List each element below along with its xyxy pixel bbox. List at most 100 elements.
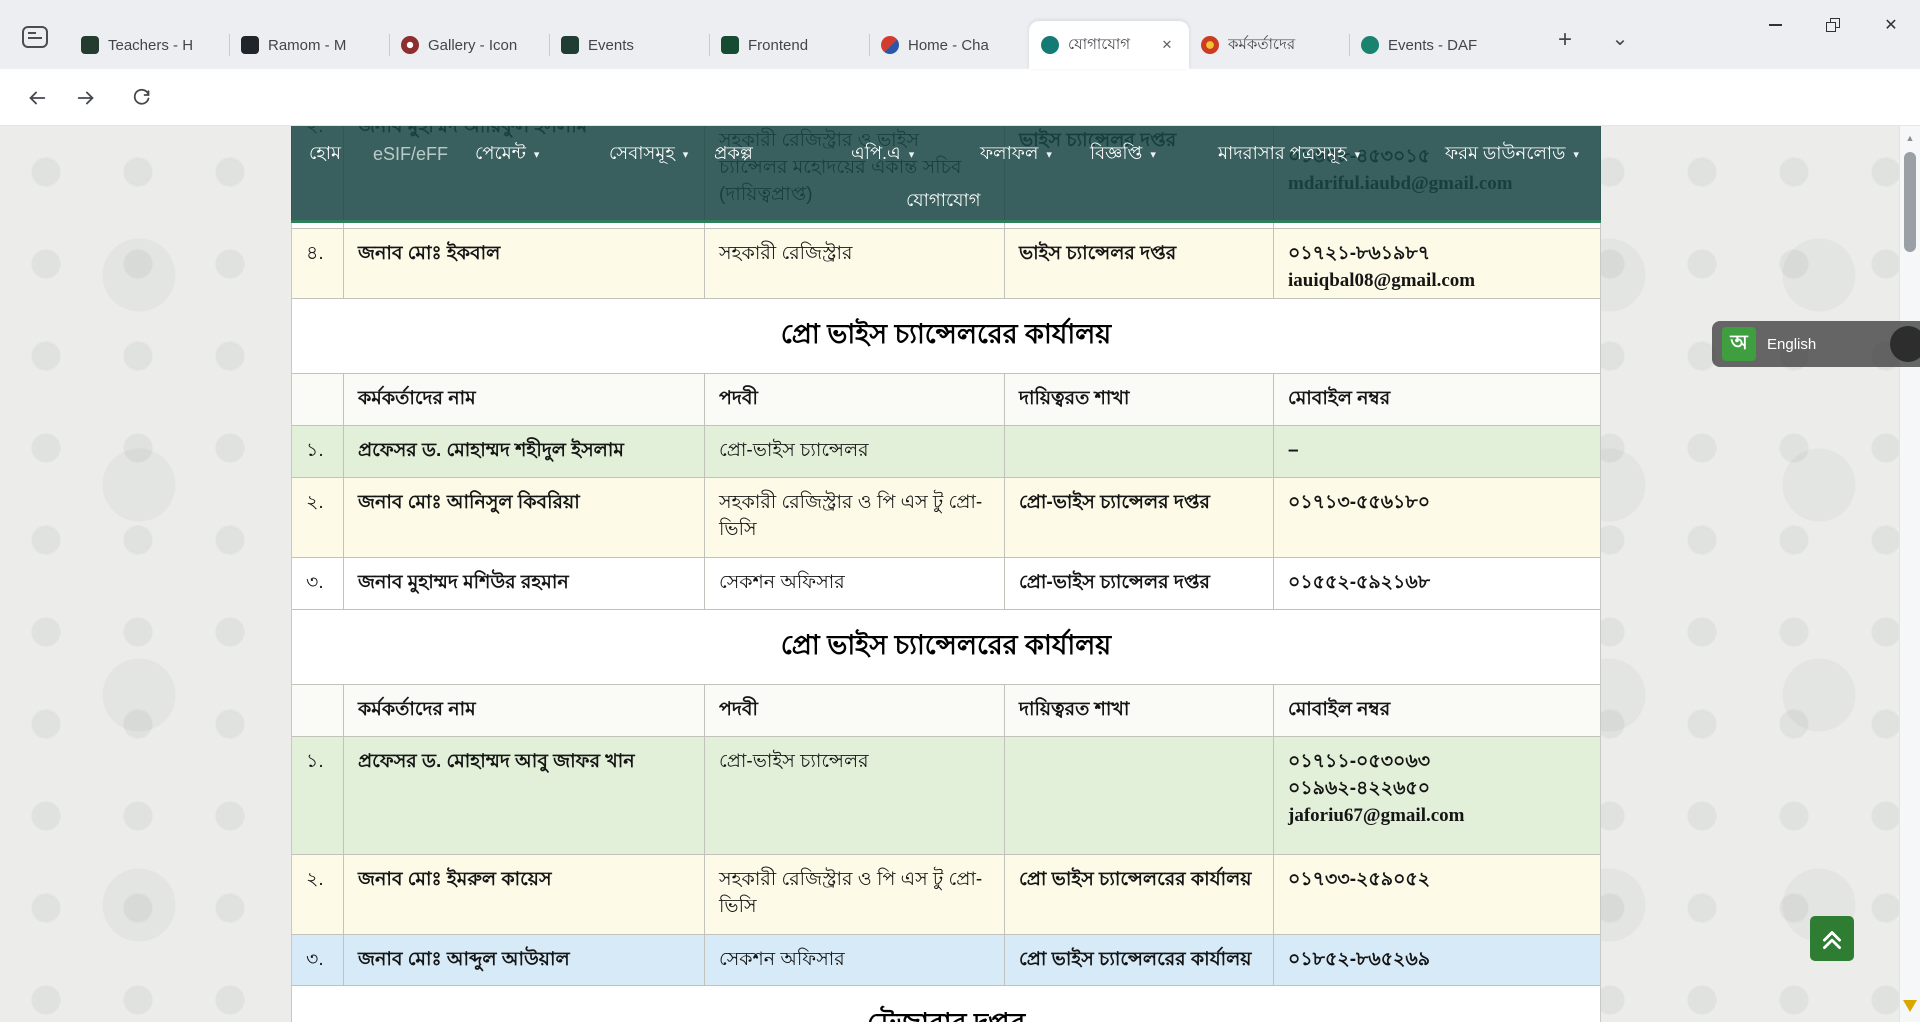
cell-name: জনাব মোঃ ইকবাল — [344, 229, 705, 298]
tab-close-icon[interactable]: ✕ — [1157, 35, 1177, 55]
tab-favicon — [81, 36, 99, 54]
back-button[interactable] — [19, 80, 55, 116]
cell-name: প্রফেসর ড. মোহাম্মদ শহীদুল ইসলাম — [344, 426, 705, 477]
chevron-down-icon: ▾ — [1573, 148, 1579, 161]
phone-number: ০১৯৬২-৪২২৬৫০ — [1288, 776, 1588, 803]
refresh-button[interactable] — [123, 80, 159, 116]
scrollbar-up-arrow[interactable]: ▲ — [1900, 133, 1920, 143]
nav-item-home[interactable]: হোম — [309, 126, 341, 182]
column-header-name: কর্মকর্তাদের নাম — [344, 374, 705, 425]
column-header-branch: দায়িত্বরত শাখা — [1005, 374, 1274, 425]
phone-number: ০১৭২১-৮৬১৯৮৭ — [1288, 241, 1588, 268]
tab-list-chevron-icon[interactable]: ⌄ — [1604, 22, 1636, 54]
browser-tab-ramom[interactable]: Ramom - M — [229, 21, 389, 69]
page-viewport: ২. জনাব মুহাম্মদ আরিফুল ইসলাম সহকারী রেজ… — [0, 126, 1899, 1022]
nav-item-apa[interactable]: এপি.এ▾ — [851, 126, 914, 182]
column-header-designation: পদবী — [705, 685, 1005, 736]
nav-item-madrasah-letters[interactable]: মাদরাসার পত্রসমূহ▾ — [1218, 126, 1360, 182]
restore-icon — [1826, 18, 1840, 32]
cell-designation: সেকশন অফিসার — [705, 558, 1005, 609]
phone-number: ০১৫৫২-৫৯২১৬৮ — [1288, 570, 1588, 597]
cell-serial: ৪. — [292, 229, 344, 298]
cell-name: প্রফেসর ড. মোহাম্মদ আবু জাফর খান — [344, 737, 705, 854]
table-row: ৪. জনাব মোঃ ইকবাল সহকারী রেজিস্ট্রার ভাই… — [292, 229, 1600, 299]
cell-designation: সহকারী রেজিস্ট্রার ও পি এস টু প্রো-ভিসি — [705, 478, 1005, 557]
cell-designation: সেকশন অফিসার — [705, 935, 1005, 985]
tab-favicon — [241, 36, 259, 54]
tab-actions-button[interactable] — [15, 20, 55, 54]
nav-item-label: ফরম ডাউনলোড — [1445, 139, 1565, 170]
chevron-down-icon: ▾ — [1150, 148, 1156, 161]
cell-branch: প্রো-ভাইস চ্যান্সেলর দপ্তর — [1005, 478, 1274, 557]
browser-tab-events[interactable]: Events — [549, 21, 709, 69]
nav-item-payment[interactable]: পেমেন্ট ▾ — [475, 126, 539, 182]
chevron-down-icon: ▾ — [1046, 148, 1052, 161]
cell-mobile: ০১৭১৩-৫৫৬১৮০ — [1274, 478, 1602, 557]
tab-strip: Teachers - H Ramom - M Gallery - Icon Ev… — [69, 21, 1509, 69]
content-column: ২. জনাব মুহাম্মদ আরিফুল ইসলাম সহকারী রেজ… — [291, 126, 1601, 1022]
tab-title: Home - Cha — [908, 37, 1017, 54]
tab-title: Gallery - Icon — [428, 37, 537, 54]
browser-tab-officials[interactable]: কর্মকর্তাদের — [1189, 21, 1349, 69]
scrollbar-marker-icon — [1903, 1000, 1917, 1012]
browser-tab-gallery[interactable]: Gallery - Icon — [389, 21, 549, 69]
forward-button[interactable] — [68, 80, 104, 116]
tab-title: Teachers - H — [108, 37, 217, 54]
scrollbar-thumb[interactable] — [1904, 152, 1916, 252]
cell-name: জনাব মুহাম্মদ মশিউর রহমান — [344, 558, 705, 609]
nav-item-label: মাদরাসার পত্রসমূহ — [1218, 139, 1347, 170]
scroll-to-top-button[interactable] — [1810, 916, 1854, 961]
translate-handle-icon — [1890, 326, 1920, 362]
cell-name: জনাব মোঃ ইমরুল কায়েস — [344, 855, 705, 934]
nav-item-services[interactable]: সেবাসমূহ▾ — [609, 126, 688, 182]
refresh-icon — [131, 88, 152, 109]
cell-branch — [1005, 426, 1274, 477]
column-header-branch: দায়িত্বরত শাখা — [1005, 685, 1274, 736]
table-header-row: কর্মকর্তাদের নাম পদবী দায়িত্বরত শাখা মো… — [292, 685, 1600, 737]
cell-mobile: ০১৭৩৩-২৫৯০৫২ — [1274, 855, 1602, 934]
cell-branch: ভাইস চ্যান্সেলর দপ্তর — [1005, 229, 1274, 298]
nav-item-label: পেমেন্ট — [475, 139, 526, 170]
nav-item-label: এপি.এ — [851, 139, 901, 170]
browser-tab-home[interactable]: Home - Cha — [869, 21, 1029, 69]
browser-tab-frontend[interactable]: Frontend — [709, 21, 869, 69]
cell-mobile: ০১৮৫২-৮৬৫২৬৯ — [1274, 935, 1602, 985]
back-icon — [26, 87, 48, 109]
table-row: ১. প্রফেসর ড. মোহাম্মদ আবু জাফর খান প্রো… — [292, 737, 1600, 855]
close-button[interactable]: ✕ — [1862, 0, 1920, 50]
chevron-down-icon: ▾ — [534, 148, 540, 161]
vertical-scrollbar[interactable]: ▲ — [1899, 126, 1920, 1022]
nav-item-notices[interactable]: বিজ্ঞপ্তি▾ — [1090, 126, 1156, 182]
browser-tab-teachers[interactable]: Teachers - H — [69, 21, 229, 69]
maximize-button[interactable] — [1804, 0, 1862, 50]
tab-title: Events — [588, 37, 697, 54]
minimize-button[interactable] — [1746, 0, 1804, 50]
cell-serial: ২. — [292, 478, 344, 557]
chevron-down-icon: ▾ — [683, 148, 689, 161]
new-tab-button[interactable]: + — [1549, 24, 1581, 56]
phone-number: – — [1288, 438, 1588, 465]
column-header-serial — [292, 685, 344, 736]
nav-item-projects[interactable]: প্রকল্প — [714, 126, 753, 182]
cell-serial: ১. — [292, 426, 344, 477]
cell-mobile: ০১৫৫২-৫৯২১৬৮ — [1274, 558, 1602, 609]
cell-serial: ২. — [292, 855, 344, 934]
nav-item-form-download[interactable]: ফরম ডাউনলোড ▾ — [1445, 126, 1579, 182]
cell-mobile: – — [1274, 426, 1602, 477]
language-selector[interactable]: অ English — [1712, 321, 1920, 367]
language-label: English — [1767, 336, 1879, 353]
browser-tab-events-daf[interactable]: Events - DAF — [1349, 21, 1509, 69]
cell-name: জনাব মোঃ আনিসুল কিবরিয়া — [344, 478, 705, 557]
phone-number: ০১৭১১-০৫৩০৬৩ — [1288, 749, 1588, 776]
section-title: প্রো ভাইস চ্যান্সেলরের কার্যালয় — [292, 610, 1600, 685]
browser-tab-contact-active[interactable]: যোগাযোগ ✕ — [1029, 21, 1189, 69]
section-title-clipped: ট্রেজারার দপ্তর — [292, 1003, 1600, 1022]
tab-title: Ramom - M — [268, 37, 377, 54]
nav-item-label: ফলাফল — [980, 139, 1038, 170]
phone-number: ০১৭১৩-৫৫৬১৮০ — [1288, 490, 1588, 517]
cell-designation: প্রো-ভাইস চ্যান্সেলর — [705, 426, 1005, 477]
table-row: ১. প্রফেসর ড. মোহাম্মদ শহীদুল ইসলাম প্রো… — [292, 426, 1600, 478]
nav-item-esif[interactable]: eSIF/eFF — [373, 126, 448, 182]
nav-item-results[interactable]: ফলাফল ▾ — [980, 126, 1052, 182]
nav-item-contact[interactable]: যোগাযোগ — [906, 182, 981, 220]
